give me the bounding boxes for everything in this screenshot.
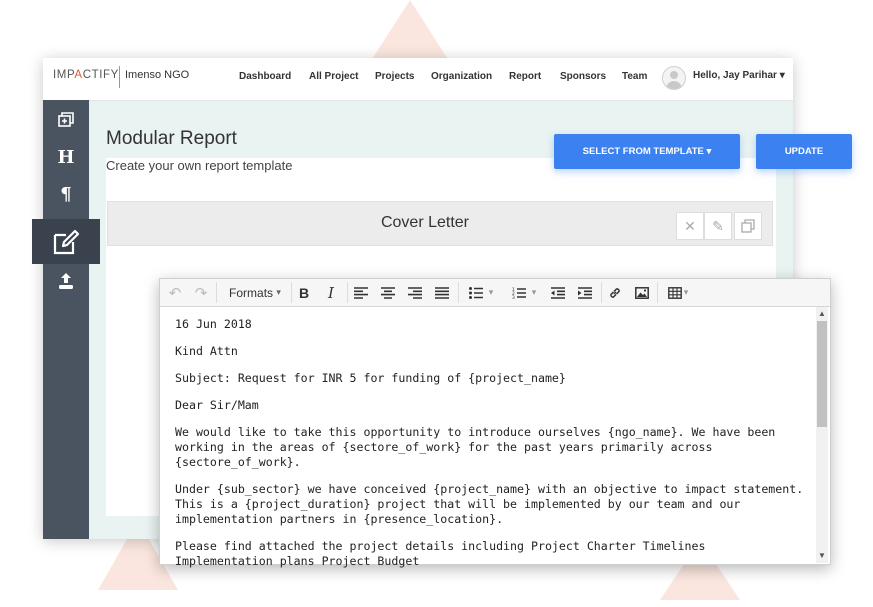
nav-organization[interactable]: Organization: [431, 71, 492, 82]
align-center-icon[interactable]: [377, 279, 399, 306]
align-justify-icon[interactable]: [431, 279, 453, 306]
rich-text-editor: ↶ ↷ Formats ▾ B I ▾ 1 2 3 ▾ ▾ 16 Jun 2018 K…: [159, 278, 831, 568]
user-greeting: Hello, Jay Parihar: [693, 70, 777, 81]
section-title: Cover Letter: [380, 214, 470, 231]
outdent-icon[interactable]: [547, 279, 569, 306]
numbered-list-icon[interactable]: 1 2 3 ▾: [506, 279, 542, 306]
paragraph-project: Under {sub_sector} we have conceived {pr…: [175, 482, 804, 526]
bold-icon[interactable]: B: [293, 279, 315, 306]
impactify-logo[interactable]: IMPACTIFY: [53, 69, 119, 81]
nav-all-project[interactable]: All Project: [309, 71, 358, 82]
image-icon[interactable]: [631, 279, 653, 306]
copy-icon[interactable]: [734, 212, 762, 240]
scroll-up-icon[interactable]: ▲: [818, 309, 826, 318]
heading-icon[interactable]: H: [43, 139, 89, 175]
link-icon[interactable]: [604, 279, 626, 306]
caret-down-icon: ▾: [706, 146, 712, 157]
paragraph-subject: Subject: Request for INR 5 for funding o…: [175, 371, 566, 385]
paragraph-icon[interactable]: ¶: [43, 176, 89, 212]
scroll-down-icon[interactable]: ▼: [818, 551, 826, 560]
formats-label: Formats: [229, 285, 274, 300]
update-button[interactable]: UPDATE: [756, 134, 852, 169]
editor-toolbar: ↶ ↷ Formats ▾ B I ▾ 1 2 3 ▾ ▾: [160, 279, 830, 307]
scrollbar-thumb[interactable]: [817, 321, 827, 427]
top-navbar: IMPACTIFY Imenso NGO Dashboard All Proje…: [43, 58, 793, 101]
select-template-label: SELECT FROM TEMPLATE: [582, 146, 704, 157]
italic-icon[interactable]: I: [320, 279, 342, 306]
bullet-list-icon[interactable]: ▾: [463, 279, 499, 306]
user-menu[interactable]: Hello, Jay Parihar ▾: [693, 70, 785, 81]
table-icon[interactable]: ▾: [662, 279, 694, 306]
nav-team[interactable]: Team: [622, 71, 647, 82]
redo-icon[interactable]: ↷: [191, 279, 211, 306]
nav-projects[interactable]: Projects: [375, 71, 414, 82]
cover-letter-section: Cover Letter ✕ ✎: [107, 201, 773, 246]
sidebar: H ¶: [43, 100, 89, 539]
paragraph-attn: Kind Attn: [175, 344, 238, 358]
caret-down-icon: ▾: [276, 287, 281, 297]
edit-icon[interactable]: [32, 219, 100, 264]
nav-sponsors[interactable]: Sponsors: [560, 71, 606, 82]
avatar[interactable]: [662, 66, 686, 90]
nav-dashboard[interactable]: Dashboard: [239, 71, 291, 82]
add-section-icon[interactable]: [43, 102, 89, 138]
align-right-icon[interactable]: [404, 279, 426, 306]
svg-text:3: 3: [512, 295, 515, 299]
nav-report[interactable]: Report: [509, 71, 541, 82]
undo-icon[interactable]: ↶: [165, 279, 185, 306]
editor-scrollbar[interactable]: ▲ ▼: [816, 307, 828, 563]
upload-icon[interactable]: [43, 263, 89, 299]
select-from-template-button[interactable]: SELECT FROM TEMPLATE ▾: [554, 134, 740, 169]
page-title: Modular Report: [106, 128, 237, 149]
caret-down-icon: ▾: [779, 70, 785, 81]
paragraph-intro: We would like to take this opportunity t…: [175, 425, 776, 469]
indent-icon[interactable]: [574, 279, 596, 306]
align-left-icon[interactable]: [350, 279, 372, 306]
editor-content[interactable]: 16 Jun 2018 Kind Attn Subject: Request f…: [175, 317, 805, 581]
page-subtitle: Create your own report template: [106, 158, 293, 173]
edit-pencil-icon[interactable]: ✎: [704, 212, 732, 240]
paragraph-attachments: Please find attached the project details…: [175, 539, 706, 568]
paragraph-date: 16 Jun 2018: [175, 317, 252, 331]
close-icon[interactable]: ✕: [676, 212, 704, 240]
formats-dropdown[interactable]: Formats ▾: [220, 279, 290, 306]
logo-divider: [119, 66, 120, 88]
org-name: Imenso NGO: [125, 69, 190, 81]
paragraph-greeting: Dear Sir/Mam: [175, 398, 259, 412]
